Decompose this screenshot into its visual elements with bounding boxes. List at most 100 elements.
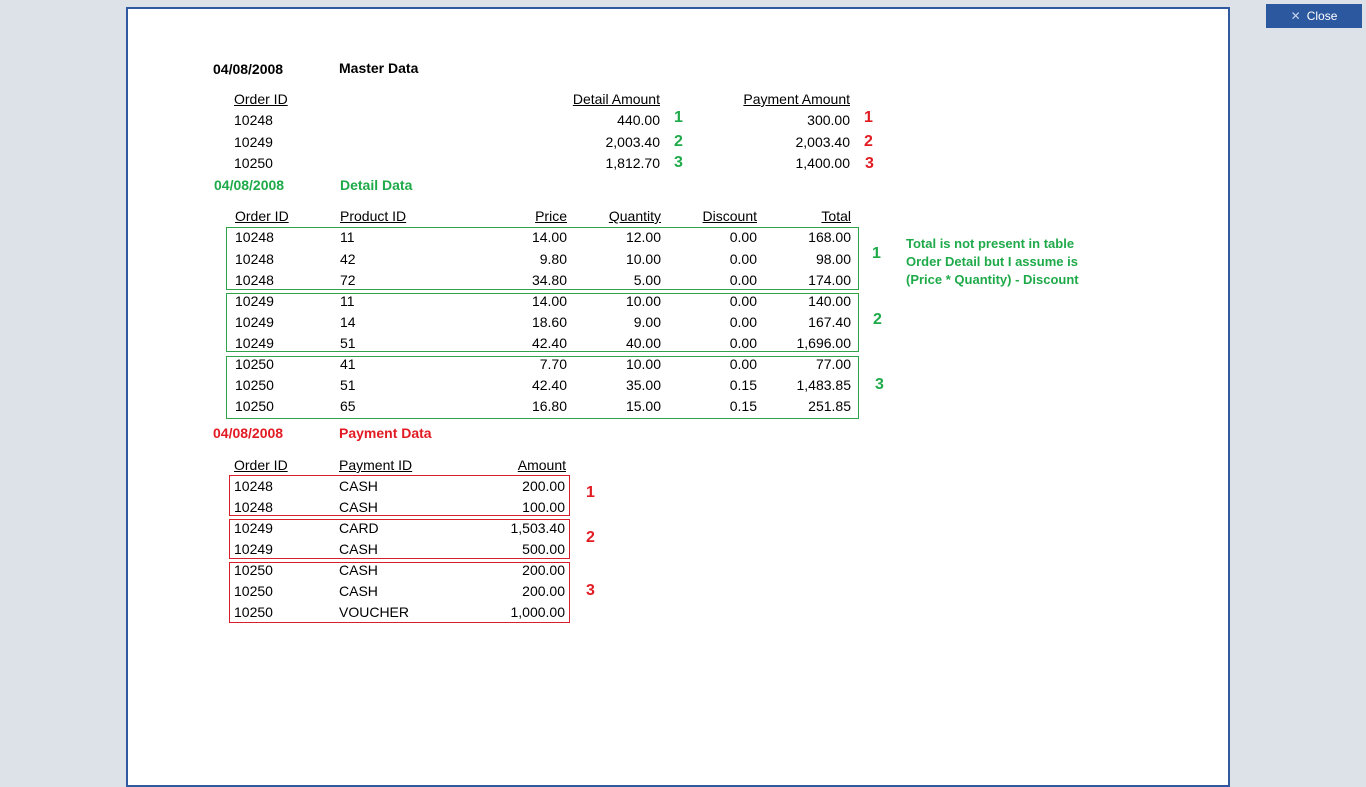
detail-title: Detail Data xyxy=(340,177,413,193)
close-x-icon: ✕ xyxy=(1290,9,1301,23)
payment-cell-order-id: 10248 xyxy=(234,499,273,515)
detail-cell-discount: 0.00 xyxy=(729,251,757,267)
detail-cell-total: 1,483.85 xyxy=(796,377,852,393)
detail-cell-product-id: 42 xyxy=(340,251,356,267)
detail-cell-discount: 0.00 xyxy=(729,356,757,372)
detail-cell-price: 16.80 xyxy=(531,398,567,414)
detail-cell-total: 140.00 xyxy=(808,293,851,309)
detail-cell-discount: 0.00 xyxy=(729,272,757,288)
detail-cell-order-id: 10248 xyxy=(235,229,274,245)
master-header-order-id: Order ID xyxy=(234,91,288,107)
payment-group-marker-3: 3 xyxy=(586,582,595,599)
detail-cell-total: 174.00 xyxy=(808,272,851,288)
master-payment-amount: 1,400.00 xyxy=(795,155,851,171)
detail-cell-product-id: 51 xyxy=(340,335,356,351)
master-detail-amount: 2,003.40 xyxy=(605,134,661,150)
payment-cell-amount: 100.00 xyxy=(522,499,565,515)
master-payment-amount: 2,003.40 xyxy=(795,134,851,150)
detail-cell-product-id: 41 xyxy=(340,356,356,372)
payment-cell-amount: 1,000.00 xyxy=(510,604,566,620)
detail-cell-total: 168.00 xyxy=(808,229,851,245)
payment-cell-amount: 200.00 xyxy=(522,562,565,578)
close-button-label: Close xyxy=(1306,9,1338,23)
detail-cell-price: 18.60 xyxy=(531,314,567,330)
detail-cell-total: 167.40 xyxy=(808,314,851,330)
payment-cell-amount: 200.00 xyxy=(522,583,565,599)
payment-cell-payment-id: CASH xyxy=(339,541,378,557)
payment-cell-payment-id: CASH xyxy=(339,583,378,599)
detail-header-discount: Discount xyxy=(702,208,757,224)
detail-cell-product-id: 14 xyxy=(340,314,356,330)
master-order-id: 10249 xyxy=(234,134,273,150)
detail-cell-product-id: 51 xyxy=(340,377,356,393)
master-payment-amount: 300.00 xyxy=(807,112,850,128)
detail-total-note-line-2: Order Detail but I assume is xyxy=(906,254,1078,269)
detail-total-note-line-3: (Price * Quantity) - Discount xyxy=(906,272,1079,287)
detail-cell-quantity: 35.00 xyxy=(625,377,661,393)
master-order-id: 10250 xyxy=(234,155,273,171)
detail-header-product-id: Product ID xyxy=(340,208,407,224)
detail-cell-price: 14.00 xyxy=(531,229,567,245)
payment-cell-amount: 500.00 xyxy=(522,541,565,557)
detail-cell-order-id: 10250 xyxy=(235,377,274,393)
detail-cell-order-id: 10249 xyxy=(235,335,274,351)
detail-header-order-id: Order ID xyxy=(235,208,289,224)
detail-cell-order-id: 10249 xyxy=(235,293,274,309)
detail-group-marker-1: 1 xyxy=(872,245,881,262)
payment-cell-payment-id: VOUCHER xyxy=(339,604,410,620)
detail-cell-discount: 0.00 xyxy=(729,335,757,351)
detail-cell-product-id: 11 xyxy=(340,229,355,245)
master-payment-group-marker: 1 xyxy=(864,109,873,126)
master-order-id: 10248 xyxy=(234,112,273,128)
detail-cell-discount: 0.00 xyxy=(729,229,757,245)
detail-cell-quantity: 5.00 xyxy=(633,272,661,288)
detail-cell-order-id: 10248 xyxy=(235,251,274,267)
detail-group-marker-2: 2 xyxy=(873,311,882,328)
detail-cell-quantity: 10.00 xyxy=(625,251,661,267)
payment-cell-amount: 200.00 xyxy=(522,478,565,494)
detail-total-note-line-1: Total is not present in table xyxy=(906,236,1075,251)
payment-cell-amount: 1,503.40 xyxy=(510,520,566,536)
detail-header-quantity: Quantity xyxy=(608,208,661,224)
payment-cell-order-id: 10248 xyxy=(234,478,273,494)
detail-total-note: Total is not present in table Order Deta… xyxy=(906,235,1079,289)
detail-cell-discount: 0.15 xyxy=(729,377,757,393)
detail-cell-price: 9.80 xyxy=(539,251,567,267)
detail-date: 04/08/2008 xyxy=(214,177,285,193)
master-header-payment-amount: Payment Amount xyxy=(743,91,850,107)
payment-cell-payment-id: CARD xyxy=(339,520,379,536)
detail-cell-discount: 0.00 xyxy=(729,293,757,309)
payment-cell-order-id: 10250 xyxy=(234,562,273,578)
detail-cell-quantity: 15.00 xyxy=(625,398,661,414)
master-detail-group-marker: 1 xyxy=(674,109,683,126)
master-detail-group-marker: 3 xyxy=(674,154,683,171)
close-button[interactable]: ✕ Close xyxy=(1266,4,1362,28)
detail-cell-price: 34.80 xyxy=(531,272,567,288)
payment-cell-order-id: 10249 xyxy=(234,541,273,557)
payment-cell-payment-id: CASH xyxy=(339,478,378,494)
detail-cell-order-id: 10248 xyxy=(235,272,274,288)
payment-header-payment-id: Payment ID xyxy=(339,457,413,473)
detail-cell-product-id: 72 xyxy=(340,272,356,288)
detail-cell-product-id: 11 xyxy=(340,293,355,309)
detail-header-total: Total xyxy=(821,208,851,224)
detail-cell-price: 14.00 xyxy=(531,293,567,309)
detail-cell-quantity: 10.00 xyxy=(625,293,661,309)
detail-cell-price: 7.70 xyxy=(539,356,567,372)
detail-cell-quantity: 12.00 xyxy=(625,229,661,245)
payment-group-marker-1: 1 xyxy=(586,484,595,501)
payment-title: Payment Data xyxy=(339,425,432,441)
detail-header-price: Price xyxy=(535,208,567,224)
payment-date: 04/08/2008 xyxy=(213,425,284,441)
detail-cell-order-id: 10249 xyxy=(235,314,274,330)
payment-header-amount: Amount xyxy=(517,457,566,473)
detail-cell-order-id: 10250 xyxy=(235,356,274,372)
payment-cell-order-id: 10249 xyxy=(234,520,273,536)
master-payment-group-marker: 2 xyxy=(864,133,873,150)
detail-cell-total: 77.00 xyxy=(815,356,851,372)
detail-cell-price: 42.40 xyxy=(531,335,567,351)
detail-cell-quantity: 9.00 xyxy=(633,314,661,330)
master-title: Master Data xyxy=(339,60,419,76)
detail-cell-discount: 0.00 xyxy=(729,314,757,330)
master-header-detail-amount: Detail Amount xyxy=(572,91,660,107)
